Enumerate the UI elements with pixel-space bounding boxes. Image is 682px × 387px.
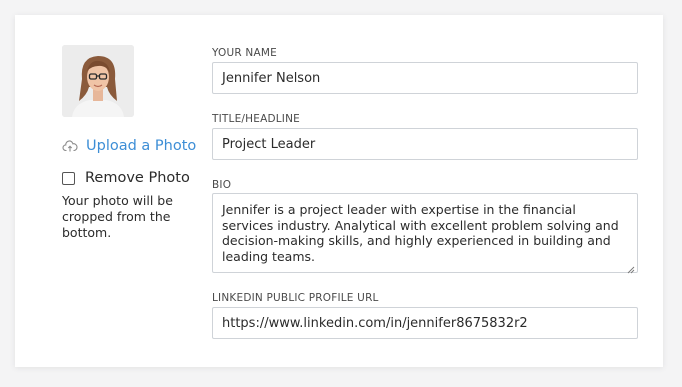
name-value: Jennifer Nelson: [222, 70, 321, 86]
bio-label: BIO: [212, 179, 232, 191]
bio-value: Jennifer is a project leader with expert…: [222, 202, 619, 264]
name-field[interactable]: Jennifer Nelson: [212, 62, 638, 94]
name-label: YOUR NAME: [212, 47, 277, 59]
remove-photo-option[interactable]: Remove Photo: [62, 168, 190, 188]
resize-handle-icon[interactable]: [627, 262, 635, 274]
linkedin-url-value: https://www.linkedin.com/in/jennifer8675…: [222, 315, 528, 331]
title-label: TITLE/HEADLINE: [212, 113, 300, 125]
linkedin-label: LINKEDIN PUBLIC PROFILE URL: [212, 292, 379, 304]
title-field[interactable]: Project Leader: [212, 128, 638, 160]
upload-photo-label: Upload a Photo: [86, 138, 197, 154]
photo-crop-note: Your photo will be cropped from the bott…: [62, 193, 173, 240]
bio-textarea[interactable]: Jennifer is a project leader with expert…: [212, 193, 638, 274]
remove-photo-checkbox[interactable]: [62, 171, 75, 185]
cloud-upload-icon: [62, 138, 78, 154]
avatar-photo: [62, 45, 134, 117]
avatar: [62, 45, 134, 117]
title-value: Project Leader: [222, 136, 316, 152]
linkedin-url-field[interactable]: https://www.linkedin.com/in/jennifer8675…: [212, 307, 638, 339]
remove-photo-label: Remove Photo: [85, 170, 190, 186]
upload-photo-link[interactable]: Upload a Photo: [62, 136, 196, 156]
